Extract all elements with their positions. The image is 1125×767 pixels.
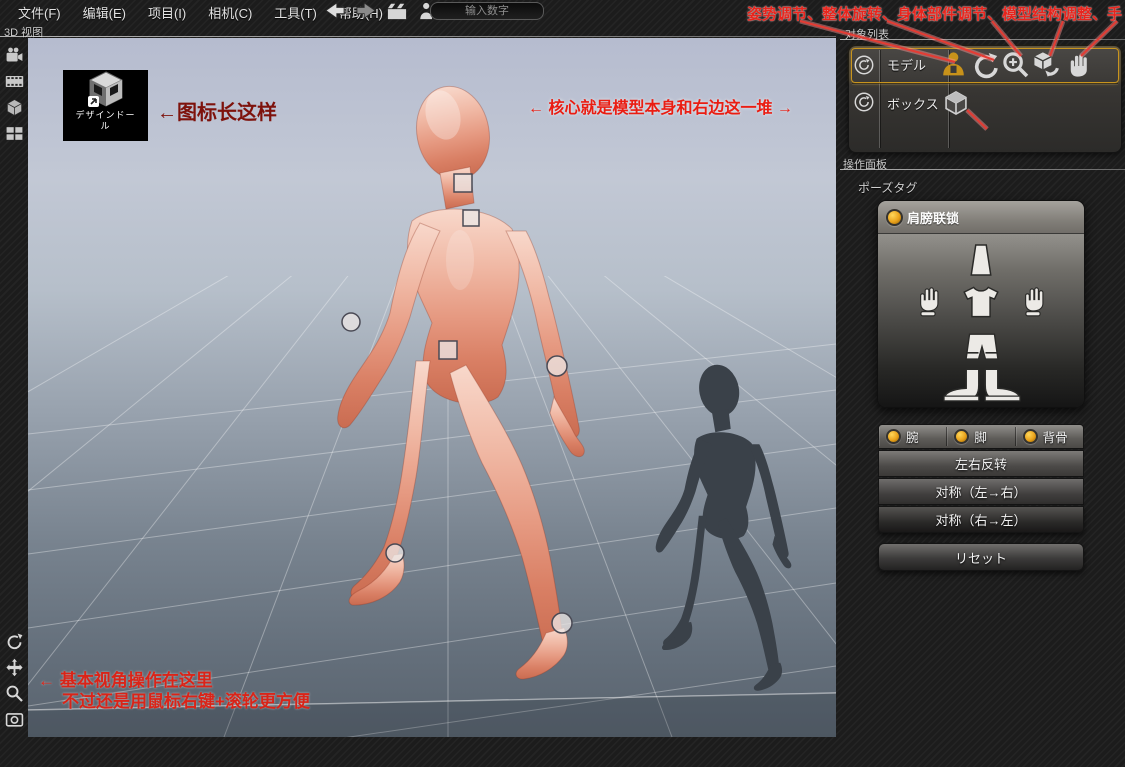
tab-spine[interactable]: 背骨 <box>1016 427 1083 446</box>
object-row-box-label: ボックス <box>887 94 939 113</box>
sync-circle-icon[interactable] <box>853 54 875 76</box>
left-wrist-handle[interactable] <box>342 313 360 331</box>
chest-handle[interactable] <box>463 210 479 226</box>
filmstrip-icon[interactable] <box>5 72 24 91</box>
tab-arm[interactable]: 腕 <box>879 427 947 446</box>
left-toolbar-top <box>0 46 28 143</box>
camera-frame-icon[interactable] <box>5 710 24 729</box>
cube-icon[interactable] <box>5 98 24 117</box>
object-row-model[interactable]: モデル <box>849 46 1121 83</box>
tab-leg-label: 脚 <box>974 427 987 446</box>
hand-icon[interactable] <box>1063 50 1092 79</box>
tab-spine-dot <box>1023 429 1038 444</box>
symmetry-left-to-right-button[interactable]: 对称（左→右） <box>878 478 1084 505</box>
left-toolbar-bottom <box>0 632 28 729</box>
torso-icon[interactable] <box>962 242 1000 278</box>
mannequin-model[interactable] <box>338 80 585 679</box>
symmetry-right-to-left-button[interactable]: 对称（右→左） <box>878 506 1084 533</box>
tab-leg-dot <box>954 429 969 444</box>
left-ankle-handle[interactable] <box>386 544 404 562</box>
right-wrist-handle[interactable] <box>547 356 567 376</box>
menu-file[interactable]: 文件(F) <box>18 3 61 22</box>
pose-tag-label: ポーズタグ <box>858 179 917 196</box>
neck-handle[interactable] <box>454 174 472 192</box>
reset-button[interactable]: リセット <box>878 543 1084 571</box>
sync-circle-icon[interactable] <box>853 91 875 113</box>
number-input[interactable] <box>430 2 544 20</box>
tab-spine-label: 背骨 <box>1043 427 1068 446</box>
pose-tag-enabled-dot[interactable] <box>886 209 903 226</box>
shorts-icon[interactable] <box>964 330 1000 366</box>
desktop-icon-text-line2: ル <box>100 121 110 132</box>
right-glove-icon[interactable] <box>1016 284 1050 318</box>
model-structure-cube-icon[interactable] <box>1032 50 1061 79</box>
object-list-panel: モデル <box>848 45 1122 153</box>
menu-camera[interactable]: 相机(C) <box>208 3 252 22</box>
right-ankle-handle[interactable] <box>552 613 572 633</box>
pose-tag-body <box>878 234 1084 407</box>
menu-project[interactable]: 项目(I) <box>148 3 186 22</box>
scene-canvas <box>28 38 836 737</box>
part-tabs: 腕 脚 背骨 <box>878 424 1084 449</box>
flip-left-right-button[interactable]: 左右反转 <box>878 450 1084 477</box>
quad-view-icon[interactable] <box>5 124 24 143</box>
object-row-box[interactable]: ボックス <box>849 84 1121 150</box>
clapperboard-icon[interactable] <box>386 1 408 21</box>
viewport-3d[interactable] <box>28 38 836 737</box>
operation-panel-rule <box>840 169 1125 170</box>
pose-adjust-doll-icon[interactable] <box>939 50 968 79</box>
extra-model-cube-icon[interactable] <box>942 89 970 117</box>
pose-tag-header[interactable]: 肩膀联锁 <box>878 201 1084 234</box>
viewport-rule <box>0 36 836 37</box>
tab-arm-dot <box>886 429 901 444</box>
object-list-rule <box>840 39 1125 40</box>
shirt-icon[interactable] <box>962 284 1000 320</box>
object-row-model-label: モデル <box>887 55 939 74</box>
movie-camera-icon[interactable] <box>5 46 24 65</box>
undo-arrow-icon[interactable] <box>324 1 346 21</box>
boots-icon[interactable] <box>940 366 1024 404</box>
left-glove-icon[interactable] <box>911 284 945 318</box>
pose-tag-header-label: 肩膀联锁 <box>907 208 959 227</box>
silhouette-model[interactable] <box>656 361 792 691</box>
menu-edit[interactable]: 编辑(E) <box>83 3 126 22</box>
body-part-magnifier-icon[interactable] <box>1001 50 1030 79</box>
menu-bar: 文件(F) 编辑(E) 项目(I) 相机(C) 工具(T) 帮助(H) <box>0 0 1125 22</box>
pelvis-handle[interactable] <box>439 341 457 359</box>
designdoll-window: 文件(F) 编辑(E) 项目(I) 相机(C) 工具(T) 帮助(H) <box>0 0 1125 767</box>
floor-edge-band <box>28 693 836 737</box>
rotate-whole-icon[interactable] <box>970 50 999 79</box>
desktop-icon-text-line1: デザインドー <box>75 110 135 121</box>
tab-arm-label: 腕 <box>906 427 919 446</box>
menu-tools[interactable]: 工具(T) <box>274 3 317 22</box>
chest-highlight <box>446 230 474 290</box>
pose-tag-panel: 肩膀联锁 <box>877 200 1085 408</box>
orbit-rotate-icon[interactable] <box>5 632 24 651</box>
designdoll-desktop-icon: デザインドー ル <box>63 70 148 141</box>
tab-leg[interactable]: 脚 <box>947 427 1015 446</box>
pan-move-icon[interactable] <box>5 658 24 677</box>
redo-arrow-icon[interactable] <box>355 1 377 21</box>
zoom-magnifier-icon[interactable] <box>5 684 24 703</box>
designdoll-cube-logo <box>84 70 128 110</box>
